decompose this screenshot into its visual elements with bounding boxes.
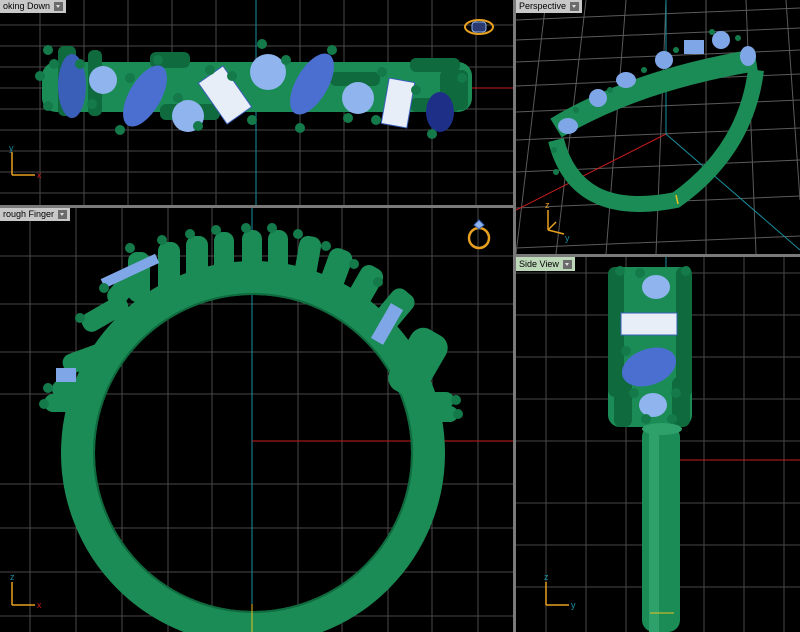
viewport-divider-right[interactable] xyxy=(516,254,800,257)
viewport-label-top: oking Down xyxy=(3,1,51,11)
ring-perspective-model xyxy=(548,29,764,212)
svg-text:y: y xyxy=(565,233,570,243)
viewport-divider-vertical[interactable] xyxy=(513,0,516,632)
viewport-tab-side[interactable]: Side View xyxy=(516,257,575,271)
viewport-side[interactable]: z y Side View xyxy=(516,257,800,632)
svg-text:y: y xyxy=(9,143,14,153)
axis-gizmo-icon: z x xyxy=(10,572,42,610)
svg-text:x: x xyxy=(37,170,42,180)
ring-view-icon[interactable] xyxy=(466,218,492,252)
svg-text:x: x xyxy=(37,600,42,610)
dropdown-icon[interactable] xyxy=(570,2,580,11)
ring-top-model xyxy=(35,39,472,139)
grid-top: y x xyxy=(0,0,513,205)
viewport-top[interactable]: y x oking Down xyxy=(0,0,513,205)
viewport-tab-perspective[interactable]: Perspective xyxy=(516,0,583,13)
viewport-tab-front[interactable]: rough Finger xyxy=(0,208,71,221)
viewport-front[interactable]: z x rough Finger xyxy=(0,208,513,632)
viewport-label-side: Side View xyxy=(519,258,559,269)
view-cube-icon[interactable] xyxy=(462,16,496,38)
svg-text:z: z xyxy=(544,572,549,582)
viewport-label-front: rough Finger xyxy=(3,209,55,219)
ring-side-model xyxy=(608,266,692,632)
viewport-label-perspective: Perspective xyxy=(519,1,567,11)
ring-front-model xyxy=(39,223,463,632)
axis-gizmo-icon: y x xyxy=(9,143,42,180)
grid-perspective: z y xyxy=(516,0,800,254)
svg-text:y: y xyxy=(571,600,576,610)
grid-front: z x xyxy=(0,208,513,632)
viewport-divider-left[interactable] xyxy=(0,205,513,208)
dropdown-icon[interactable] xyxy=(58,210,68,219)
dropdown-icon[interactable] xyxy=(562,259,572,269)
svg-text:z: z xyxy=(10,572,15,582)
svg-text:z: z xyxy=(545,200,550,210)
viewport-perspective[interactable]: z y Perspective xyxy=(516,0,800,254)
grid-side: z y xyxy=(516,257,800,632)
dropdown-icon[interactable] xyxy=(54,2,64,11)
axis-gizmo-icon: z y xyxy=(544,572,576,610)
viewport-tab-top[interactable]: oking Down xyxy=(0,0,67,13)
